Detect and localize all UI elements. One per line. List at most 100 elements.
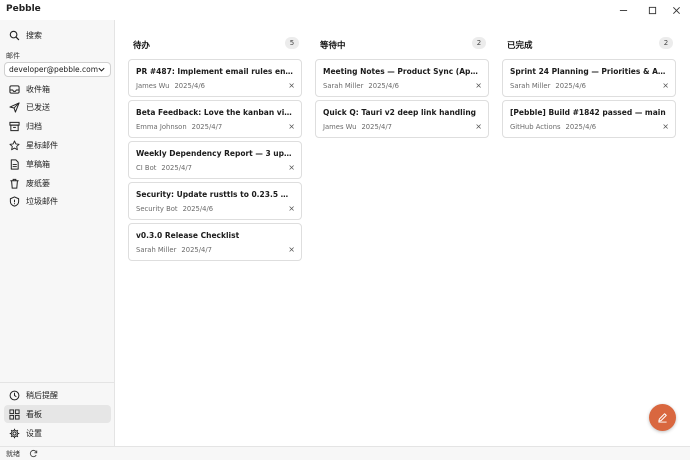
card-date: 2025/4/6	[182, 205, 214, 213]
card-meta: James Wu 2025/4/6	[136, 82, 205, 90]
card-remove-button[interactable]: ×	[288, 122, 295, 131]
sidebar-item-label: 已发送	[26, 102, 50, 112]
kanban-card[interactable]: Weekly Dependency Report — 3 updates ava…	[128, 141, 302, 179]
sidebar-item-label: 搜索	[26, 30, 42, 40]
card-sender: CI Bot	[136, 164, 157, 172]
status-text: 就绪	[6, 450, 20, 458]
sidebar-item-inbox[interactable]: 收件箱	[4, 80, 111, 98]
kanban-card[interactable]: PR #487: Implement email rules engine Ja…	[128, 59, 302, 97]
inbox-icon	[9, 84, 20, 95]
sidebar-item-sent[interactable]: 已发送	[4, 98, 111, 116]
card-date: 2025/4/7	[361, 123, 392, 131]
sidebar-item-spam[interactable]: 垃圾邮件	[4, 192, 111, 210]
card-remove-button[interactable]: ×	[475, 81, 482, 90]
column-count-badge: 2	[659, 37, 673, 49]
card-sender: Emma Johnson	[136, 123, 187, 131]
card-title: v0.3.0 Release Checklist	[136, 231, 240, 240]
sidebar-item-drafts[interactable]: 草稿箱	[4, 155, 111, 173]
card-date: 2025/4/6	[368, 82, 399, 90]
kanban-card[interactable]: Beta Feedback: Love the kanban view! Emm…	[128, 100, 302, 138]
compose-button[interactable]	[649, 404, 676, 431]
column-title: 待办	[133, 41, 151, 51]
sidebar-item-label: 星标邮件	[26, 140, 58, 150]
sidebar-item-trash[interactable]: 废纸篓	[4, 174, 111, 192]
sidebar-item-label: 废纸篓	[26, 178, 50, 188]
account-value: developer@pebble.com	[9, 65, 99, 74]
account-select[interactable]: developer@pebble.com	[4, 62, 111, 77]
kanban-card[interactable]: [Pebble] Build #1842 passed — main GitHu…	[502, 100, 676, 138]
title-bar: Pebble	[0, 0, 690, 20]
refresh-icon[interactable]	[29, 449, 38, 458]
card-sender: Sarah Miller	[136, 246, 177, 254]
chevron-down-icon	[98, 67, 105, 72]
card-remove-button[interactable]: ×	[662, 81, 669, 90]
kanban-card[interactable]: Quick Q: Tauri v2 deep link handling Jam…	[315, 100, 489, 138]
card-remove-button[interactable]: ×	[662, 122, 669, 131]
card-meta: Sarah Miller 2025/4/6	[323, 82, 399, 90]
card-date: 2025/4/7	[191, 123, 223, 131]
column-header: 待办 5	[128, 34, 302, 54]
kanban-column-done: 已完成 2 Sprint 24 Planning — Priorities & …	[502, 34, 676, 138]
card-meta: Emma Johnson 2025/4/7	[136, 123, 222, 131]
kanban-card[interactable]: Meeting Notes — Product Sync (Apr 5) Sar…	[315, 59, 489, 97]
kanban-card[interactable]: v0.3.0 Release Checklist Sarah Miller 202…	[128, 223, 302, 261]
app-title: Pebble	[6, 4, 41, 14]
kanban-column-todo: 待办 5 PR #487: Implement email rules engi…	[128, 34, 302, 261]
column-title: 等待中	[320, 41, 346, 51]
trash-icon	[9, 178, 20, 189]
card-sender: Sarah Miller	[323, 82, 364, 90]
sidebar-item-snoozed[interactable]: 稍后提醒	[4, 386, 111, 404]
column-count-badge: 2	[472, 37, 486, 49]
clock-icon	[9, 390, 20, 401]
kanban-icon	[9, 408, 20, 420]
gear-icon	[9, 428, 20, 439]
card-title: PR #487: Implement email rules engine	[136, 67, 294, 76]
card-remove-button[interactable]: ×	[288, 204, 295, 213]
card-remove-button[interactable]: ×	[288, 245, 295, 254]
card-title: Weekly Dependency Report — 3 updates ava…	[136, 149, 294, 158]
card-date: 2025/4/7	[161, 164, 192, 172]
card-title: Security: Update rusttls to 0.23.5 — CVE…	[136, 190, 294, 199]
card-meta: CI Bot 2025/4/7	[136, 164, 192, 172]
card-meta: Sarah Miller 2025/4/7	[136, 246, 212, 254]
card-sender: Sarah Miller	[510, 82, 551, 90]
card-title: Quick Q: Tauri v2 deep link handling	[323, 108, 477, 117]
drafts-icon	[9, 158, 20, 170]
spam-icon	[9, 195, 20, 207]
card-sender: James Wu	[136, 82, 170, 90]
sidebar-item-label: 归档	[26, 121, 42, 131]
sidebar-item-search[interactable]: 搜索	[4, 26, 111, 44]
close-button[interactable]	[662, 1, 690, 19]
card-date: 2025/4/6	[565, 123, 597, 131]
sidebar: 搜索 邮件 developer@pebble.com 收件箱 已发送 归档 星标…	[0, 20, 115, 446]
card-meta: James Wu 2025/4/7	[323, 123, 392, 131]
card-meta: GitHub Actions 2025/4/6	[510, 123, 596, 131]
close-icon	[672, 6, 680, 14]
compose-icon	[658, 413, 667, 423]
card-meta: Sarah Miller 2025/4/6	[510, 82, 586, 90]
search-icon	[9, 30, 20, 41]
card-date: 2025/4/7	[181, 246, 212, 254]
card-remove-button[interactable]: ×	[288, 163, 295, 172]
sidebar-item-label: 设置	[26, 428, 42, 438]
card-sender: GitHub Actions	[510, 123, 561, 131]
kanban-card[interactable]: Security: Update rusttls to 0.23.5 — CVE…	[128, 182, 302, 220]
minimize-button[interactable]	[609, 1, 637, 19]
card-date: 2025/4/6	[174, 82, 205, 90]
card-date: 2025/4/6	[555, 82, 586, 90]
card-title: Sprint 24 Planning — Priorities & Assign…	[510, 67, 668, 76]
sidebar-item-label: 收件箱	[26, 84, 50, 94]
minimize-icon	[619, 9, 627, 11]
star-icon	[9, 139, 20, 151]
sidebar-item-label: 看板	[26, 409, 42, 419]
kanban-card[interactable]: Sprint 24 Planning — Priorities & Assign…	[502, 59, 676, 97]
sidebar-item-label: 稍后提醒	[26, 390, 58, 400]
card-remove-button[interactable]: ×	[475, 122, 482, 131]
column-header: 等待中 2	[315, 34, 489, 54]
sidebar-item-starred[interactable]: 星标邮件	[4, 136, 111, 154]
card-remove-button[interactable]: ×	[288, 81, 295, 90]
sidebar-item-archive[interactable]: 归档	[4, 117, 111, 135]
sidebar-item-kanban[interactable]: 看板	[4, 405, 111, 423]
card-sender: Security Bot	[136, 205, 178, 213]
sidebar-item-settings[interactable]: 设置	[4, 424, 111, 442]
